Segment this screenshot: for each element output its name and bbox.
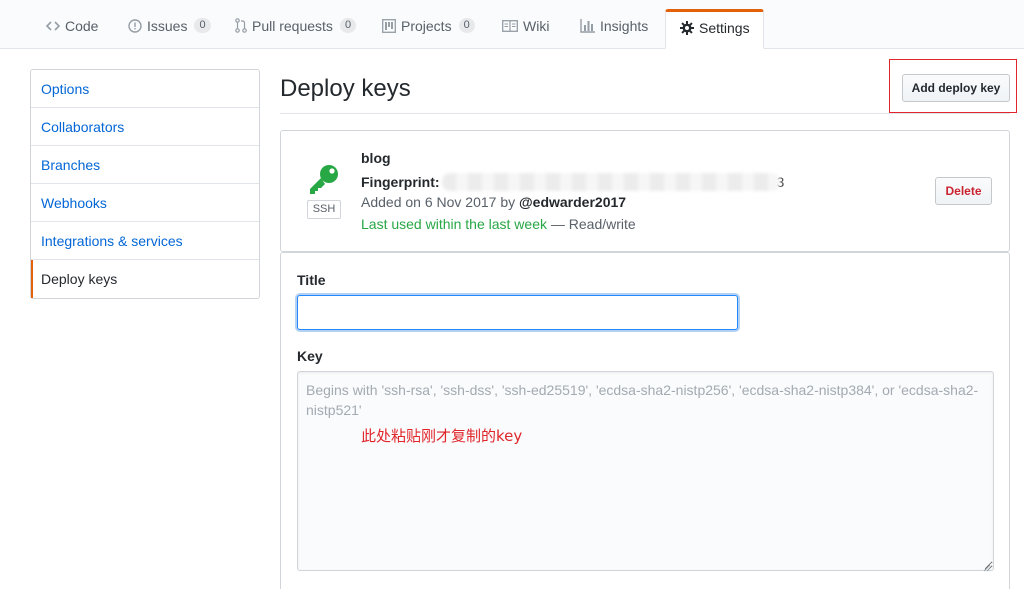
title-label: Title — [297, 272, 326, 288]
pull-requests-count-badge: 0 — [339, 18, 357, 33]
deploy-key-title: blog — [361, 150, 391, 166]
delete-key-button[interactable]: Delete — [935, 177, 992, 205]
menu-item-deploy-keys[interactable]: Deploy keys — [31, 260, 259, 298]
paste-annotation: 此处粘贴刚才复制的key — [361, 427, 523, 445]
project-icon — [382, 18, 396, 33]
add-deploy-key-button[interactable]: Add deploy key — [902, 74, 1010, 102]
tab-settings[interactable]: Settings — [665, 9, 764, 49]
title-input[interactable] — [297, 295, 738, 330]
tab-label: Issues — [147, 17, 188, 34]
tab-pull-requests[interactable]: Pull requests 0 — [235, 11, 357, 49]
tab-label: Settings — [699, 20, 750, 36]
tab-label: Projects — [401, 17, 452, 34]
graph-icon — [580, 18, 595, 33]
issue-opened-icon — [128, 18, 142, 33]
projects-count-badge: 0 — [458, 18, 475, 33]
tab-projects[interactable]: Projects 0 — [382, 11, 475, 49]
tab-label: Pull requests — [252, 17, 333, 34]
repo-nav-tabs: Code Issues 0 Pull requests 0 Projects 0… — [0, 0, 1024, 49]
git-pull-request-icon — [235, 18, 247, 33]
tab-issues[interactable]: Issues 0 — [128, 11, 211, 49]
tab-insights[interactable]: Insights — [580, 11, 648, 49]
last-used-text: Last used within the last week — [361, 216, 547, 232]
fingerprint-label: Fingerprint: — [361, 174, 440, 190]
menu-item-options[interactable]: Options — [31, 70, 259, 108]
menu-item-collaborators[interactable]: Collaborators — [31, 108, 259, 146]
tab-code[interactable]: Code — [46, 11, 98, 49]
deploy-key-added: Added on 6 Nov 2017 by @edwarder2017 — [361, 194, 626, 210]
issues-count-badge: 0 — [194, 18, 211, 33]
fingerprint-redacted — [441, 173, 780, 191]
menu-item-webhooks[interactable]: Webhooks — [31, 184, 259, 222]
gear-icon — [680, 21, 694, 35]
added-user: @edwarder2017 — [519, 194, 627, 210]
ssh-label: SSH — [307, 200, 341, 219]
tab-label: Code — [65, 17, 99, 34]
tab-label: Wiki — [523, 17, 550, 34]
added-text: Added on 6 Nov 2017 by — [361, 194, 520, 210]
menu-item-integrations[interactable]: Integrations & services — [31, 222, 259, 260]
key-icon — [307, 163, 341, 197]
tab-label: Insights — [600, 17, 649, 34]
tab-wiki[interactable]: Wiki — [502, 11, 549, 49]
deploy-key-fingerprint: Fingerprint: 3 — [361, 173, 784, 191]
add-key-form: Title Key 此处粘贴刚才复制的key — [280, 252, 1010, 589]
key-textarea[interactable] — [297, 371, 994, 571]
resize-grip-icon[interactable] — [981, 559, 991, 572]
menu-item-branches[interactable]: Branches — [31, 146, 259, 184]
deploy-key-item: SSH blog Fingerprint: 3 Added on 6 Nov 2… — [280, 130, 1010, 252]
key-label: Key — [297, 348, 323, 364]
code-icon — [46, 20, 60, 32]
access-level: — Read/write — [547, 216, 636, 232]
settings-menu: Options Collaborators Branches Webhooks … — [30, 69, 260, 299]
book-icon — [502, 19, 518, 32]
deploy-key-usage: Last used within the last week — Read/wr… — [361, 216, 636, 232]
